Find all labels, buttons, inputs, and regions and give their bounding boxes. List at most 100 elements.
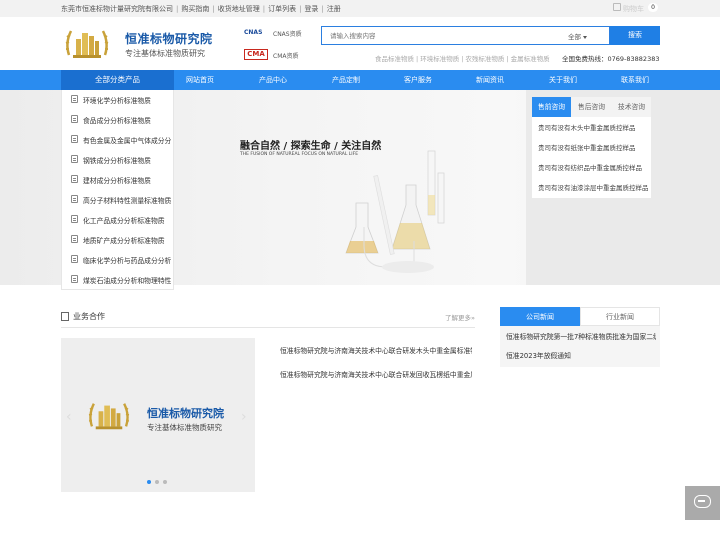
buy-guide-link[interactable]: 购买指南: [181, 5, 209, 13]
nav-contact[interactable]: 联系我们: [605, 70, 665, 90]
consult-box: 售前咨询 售后咨询 技术咨询 贵司有没有木头中重金属质控样品 贵司有没有纸张中重…: [532, 97, 651, 198]
carousel-dot[interactable]: [155, 480, 159, 484]
order-list-link[interactable]: 订单列表: [268, 5, 296, 13]
list-doc-icon: [71, 175, 78, 183]
list-doc-icon: [71, 255, 78, 263]
chevron-right-icon[interactable]: ›: [241, 410, 251, 424]
category-item[interactable]: 高分子材料特性测量标准物质: [62, 190, 175, 210]
tab-industry-news[interactable]: 行业新闻: [580, 307, 660, 326]
chevron-left-icon[interactable]: ‹: [66, 410, 76, 424]
list-doc-icon: [71, 195, 78, 203]
cma-label: CMA资质: [273, 53, 299, 60]
company-name: 东莞市恒准标物计量研究院有限公司: [61, 5, 173, 13]
address-manage-link[interactable]: 收货地址管理: [218, 5, 260, 13]
carousel-subtitle: 专注基体标准物质研究: [147, 423, 222, 432]
nav-products[interactable]: 产品中心: [243, 70, 303, 90]
tab-presale[interactable]: 售前咨询: [532, 97, 571, 117]
doc-icon: [61, 312, 69, 321]
search-button[interactable]: 搜索: [610, 26, 660, 45]
category-label: 有色金属及金属中气体成分分析标准物质: [83, 137, 171, 145]
chat-bubble-icon: [694, 495, 711, 508]
category-label: 地质矿产成分分析标准物质: [83, 237, 165, 245]
cart-icon: [613, 3, 621, 11]
list-doc-icon: [71, 95, 78, 103]
logo-emblem-icon[interactable]: [63, 25, 111, 63]
hot-word-link[interactable]: 环境标准物质: [420, 55, 459, 63]
header: 恒准标物研究院 专注基体标准物质研究 CNAS CNAS资质 CMA CMA资质…: [0, 17, 720, 70]
category-item[interactable]: 建材成分分析标准物质: [62, 170, 175, 190]
nav-news[interactable]: 新闻资讯: [460, 70, 520, 90]
category-item[interactable]: 煤炭石油成分分析和物理特性测量标准物质: [62, 270, 175, 290]
all-categories-button[interactable]: 全部分类产品: [61, 70, 174, 90]
cnas-label: CNAS资质: [273, 31, 302, 38]
section-title: 业务合作: [73, 312, 105, 321]
list-doc-icon: [71, 215, 78, 223]
nav-about[interactable]: 关于我们: [533, 70, 593, 90]
nav-home[interactable]: 网站首页: [170, 70, 230, 90]
category-label: 环境化学分析标准物质: [83, 97, 151, 105]
consult-item[interactable]: 贵司有没有纺织品中重金属质控样品: [538, 158, 648, 178]
category-label: 临床化学分析与药品成分分析标准物质: [83, 257, 171, 265]
category-label: 钢铁成分分析标准物质: [83, 157, 151, 165]
category-label: 建材成分分析标准物质: [83, 177, 151, 185]
search-category-select[interactable]: 全部: [568, 31, 587, 41]
hot-words: 食品标准物质 | 环境标准物质 | 农残标准物质 | 金属标准物质: [375, 55, 550, 63]
cooperation-link[interactable]: 恒准标物研究院与济南海关技术中心联合研发回收瓦楞纸中重金属标准物质: [280, 369, 472, 383]
category-item[interactable]: 钢铁成分分析标准物质: [62, 150, 175, 170]
carousel-dot[interactable]: [163, 480, 167, 484]
category-item[interactable]: 环境化学分析标准物质: [62, 90, 175, 110]
category-item[interactable]: 食品成分分析标准物质: [62, 110, 175, 130]
category-item[interactable]: 化工产品成分分析标准物质: [62, 210, 175, 230]
register-link[interactable]: 注册: [327, 5, 341, 13]
logo-title[interactable]: 恒准标物研究院: [125, 30, 213, 47]
carousel-dot[interactable]: [147, 480, 151, 484]
chat-button[interactable]: [685, 486, 720, 520]
more-link[interactable]: 了解更多»: [445, 312, 475, 322]
hot-word-link[interactable]: 金属标准物质: [511, 55, 550, 63]
category-label: 煤炭石油成分分析和物理特性测量标准物质: [83, 277, 171, 285]
category-panel: 环境化学分析标准物质 食品成分分析标准物质 有色金属及金属中气体成分分析标准物质…: [61, 90, 174, 290]
news-item[interactable]: 恒准标物研究院第一批7种标准物质批准为国家二级标准物质: [506, 328, 656, 346]
list-doc-icon: [71, 115, 78, 123]
login-link[interactable]: 登录: [304, 5, 318, 13]
cooperation-carousel[interactable]: 恒准标物研究院 专注基体标准物质研究 ‹ ›: [61, 338, 255, 492]
cnas-cert: CNAS CNAS资质: [244, 26, 304, 40]
logo-subtitle: 专注基体标准物质研究: [125, 49, 205, 58]
tab-technical[interactable]: 技术咨询: [612, 97, 651, 117]
hotline: 全国免费热线：0769-83882383: [562, 55, 660, 63]
search-category-label: 全部: [568, 33, 581, 41]
carousel-title: 恒准标物研究院: [147, 407, 224, 420]
cnas-logo: CNAS: [244, 29, 263, 36]
category-item[interactable]: 地质矿产成分分析标准物质: [62, 230, 175, 250]
consult-item[interactable]: 贵司有没有木头中重金属质控样品: [538, 118, 648, 138]
cart-label: 购物车: [623, 5, 644, 13]
hot-word-link[interactable]: 农残标准物质: [465, 55, 504, 63]
nav-custom[interactable]: 产品定制: [316, 70, 376, 90]
tab-company-news[interactable]: 公司新闻: [500, 307, 580, 326]
hot-word-link[interactable]: 食品标准物质: [375, 55, 414, 63]
list-doc-icon: [71, 235, 78, 243]
news-item[interactable]: 恒准2023年放假通知: [506, 347, 656, 365]
top-links: 东莞市恒准标物计量研究院有限公司 | 购买指南 | 收货地址管理 | 订单列表 | 登录 | 注册: [61, 5, 341, 13]
category-item[interactable]: 临床化学分析与药品成分分析标准物质: [62, 250, 175, 270]
tab-aftersale[interactable]: 售后咨询: [572, 97, 611, 117]
search-box: 全部: [321, 26, 610, 45]
category-label: 食品成分分析标准物质: [83, 117, 151, 125]
cma-cert: CMA CMA资质: [244, 48, 304, 62]
carousel-dots: [147, 480, 171, 485]
list-doc-icon: [71, 155, 78, 163]
search-input[interactable]: [322, 27, 552, 44]
list-doc-icon: [71, 275, 78, 283]
consult-item[interactable]: 贵司有没有油漆涂层中重金属质控样品: [538, 178, 648, 198]
lab-glassware-icon: [345, 150, 445, 273]
main-nav: 全部分类产品 网站首页 产品中心 产品定制 客户服务 新闻资讯 关于我们 联系我…: [0, 70, 720, 90]
cart-button[interactable]: 购物车 0: [613, 3, 659, 14]
category-item[interactable]: 有色金属及金属中气体成分分析标准物质: [62, 130, 175, 150]
chevron-down-icon: [583, 35, 587, 39]
cooperation-link[interactable]: 恒准标物研究院与济南海关技术中心联合研发木头中重金属标准物质: [280, 345, 472, 359]
list-doc-icon: [71, 135, 78, 143]
category-label: 高分子材料特性测量标准物质: [83, 197, 171, 205]
consult-item[interactable]: 贵司有没有纸张中重金属质控样品: [538, 138, 648, 158]
cma-logo: CMA: [244, 49, 268, 60]
nav-service[interactable]: 客户服务: [388, 70, 448, 90]
